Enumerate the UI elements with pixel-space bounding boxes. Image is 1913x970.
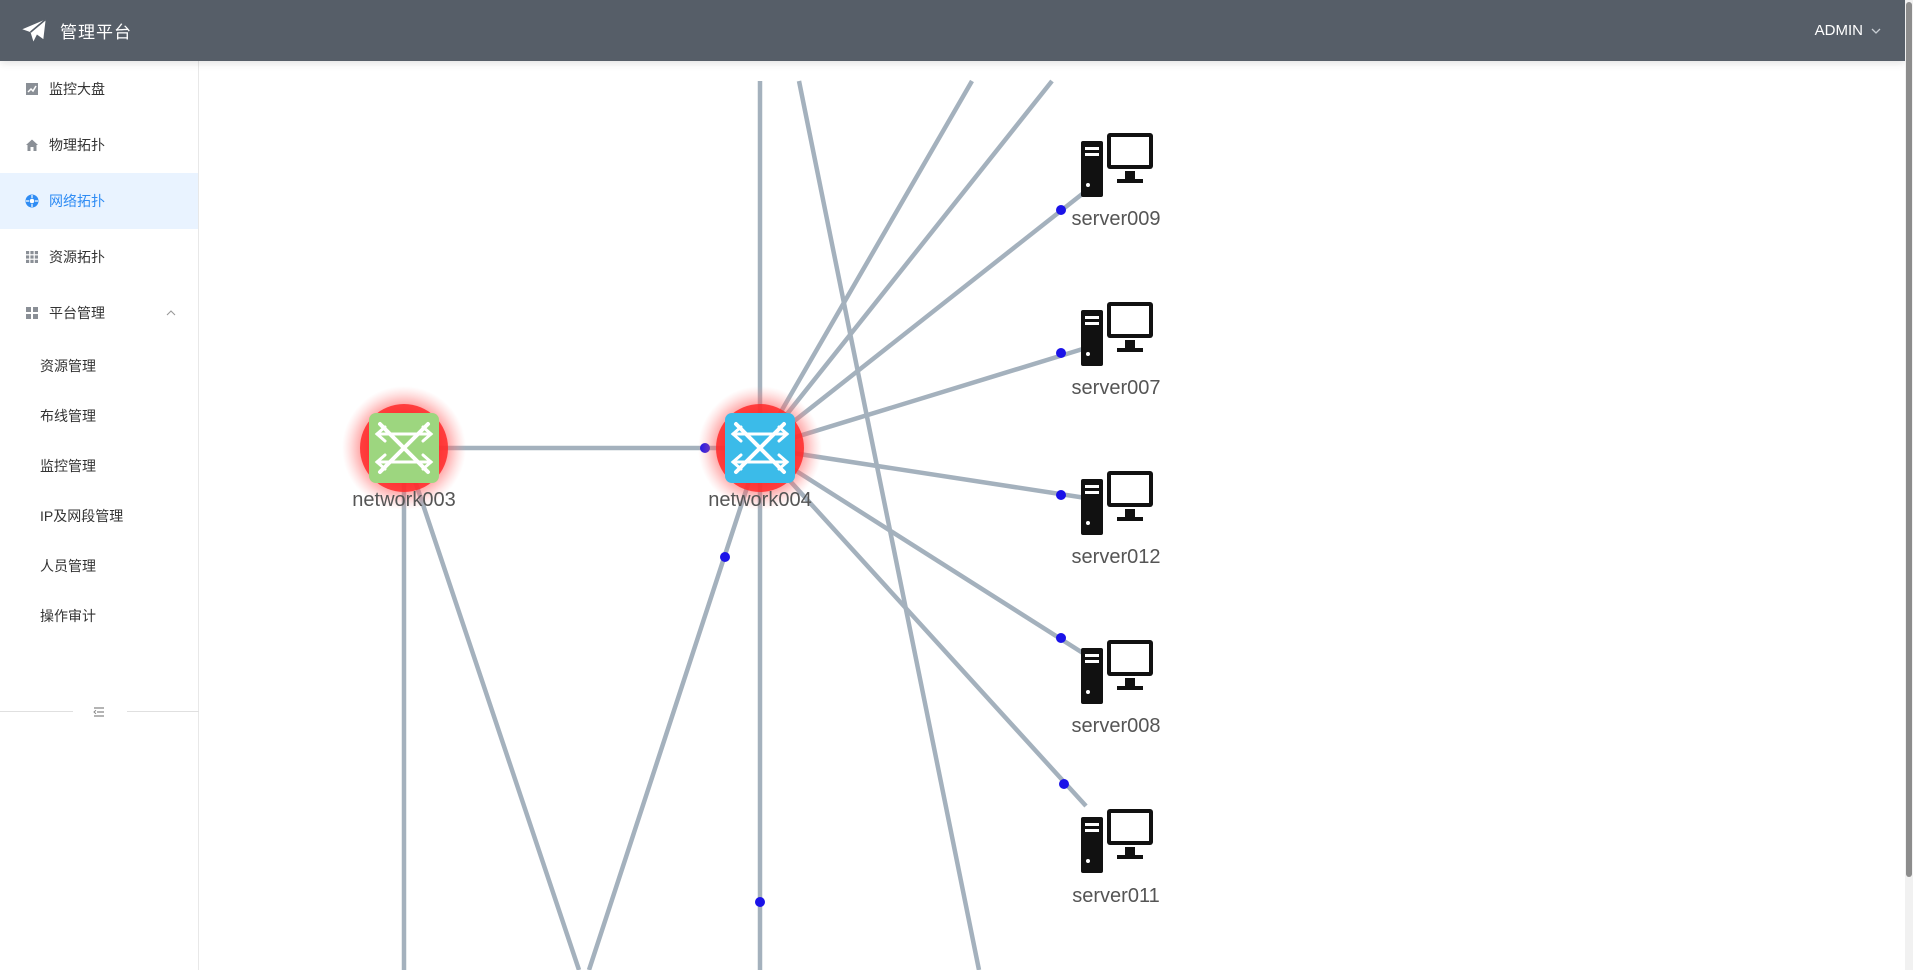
app-title: 管理平台 (60, 23, 132, 42)
server-node-server008[interactable] (1081, 640, 1153, 704)
submenu-item-ip-management[interactable]: IP及网段管理 (0, 491, 198, 541)
user-name[interactable]: ADMIN (1815, 22, 1863, 39)
line-chart-icon (24, 81, 40, 97)
sidebar-item-physical-topology[interactable]: 物理拓扑 (0, 117, 198, 173)
server-label-server007: server007 (1071, 377, 1161, 399)
server-icon (1081, 471, 1153, 535)
endpoint-dot (1059, 779, 1069, 789)
submenu-item-label: 监控管理 (40, 458, 96, 474)
endpoint-dot (1056, 205, 1066, 215)
link (758, 79, 1054, 450)
sidebar: 监控大盘 物理拓扑 网络拓扑 资源拓扑 平台管理 资源管理 布线管理 监控管理 … (0, 61, 199, 970)
sidebar-item-label: 网络拓扑 (49, 193, 105, 209)
scrollbar-thumb[interactable] (1906, 2, 1912, 877)
endpoint-dot (1056, 490, 1066, 500)
switch-label-network003: network003 (352, 489, 456, 511)
endpoint-dot (1056, 348, 1066, 358)
divider (127, 711, 199, 712)
submenu-item-label: 人员管理 (40, 558, 96, 574)
sidebar-item-label: 资源拓扑 (49, 249, 105, 265)
sidebar-item-monitor-dashboard[interactable]: 监控大盘 (0, 61, 198, 117)
submenu-item-operation-audit[interactable]: 操作审计 (0, 591, 198, 641)
server-label-server012: server012 (1071, 546, 1161, 568)
link (586, 447, 763, 970)
paper-plane-icon (22, 18, 47, 41)
link (758, 189, 1088, 450)
server-node-server009[interactable] (1081, 133, 1153, 197)
sidebar-item-network-topology[interactable]: 网络拓扑 (0, 173, 198, 229)
sidebar-item-label: 监控大盘 (49, 81, 105, 97)
endpoint-dot (720, 552, 730, 562)
sidebar-item-label: 平台管理 (49, 305, 105, 321)
endpoint-dot (755, 897, 765, 907)
collapse-sidebar-icon[interactable] (91, 704, 107, 720)
topology-canvas[interactable]: network003 network004 server009 server00… (199, 61, 1905, 970)
home-icon (24, 137, 40, 153)
topology-links (401, 79, 1088, 970)
sidebar-item-label: 物理拓扑 (49, 137, 105, 153)
divider (0, 711, 73, 712)
chevron-up-icon (166, 310, 176, 316)
submenu-item-label: 资源管理 (40, 358, 96, 374)
server-label-server011: server011 (1072, 885, 1160, 907)
grid-icon (24, 249, 40, 265)
submenu-item-personnel-management[interactable]: 人员管理 (0, 541, 198, 591)
server-icon (1081, 133, 1153, 197)
logo[interactable] (20, 17, 48, 45)
server-node-server007[interactable] (1081, 302, 1153, 366)
user-menu[interactable]: ADMIN (1815, 22, 1881, 39)
submenu-item-monitor-management[interactable]: 监控管理 (0, 441, 198, 491)
server-icon (1081, 809, 1153, 873)
switch-label-network004: network004 (708, 489, 812, 511)
topology-graph[interactable] (199, 61, 1905, 970)
submenu-item-label: 布线管理 (40, 408, 96, 424)
server-icon (1081, 640, 1153, 704)
page-scrollbar[interactable] (1905, 0, 1913, 970)
endpoint-dot (1056, 633, 1066, 643)
top-header: 管理平台 ADMIN (0, 0, 1905, 61)
chevron-down-icon (1871, 28, 1881, 34)
link-endpoints (700, 205, 1069, 907)
sidebar-collapse-bar (0, 699, 199, 725)
sidebar-item-resource-topology[interactable]: 资源拓扑 (0, 229, 198, 285)
server-label-server009: server009 (1071, 208, 1161, 230)
dashboard-icon (24, 305, 40, 321)
submenu-item-cabling-management[interactable]: 布线管理 (0, 391, 198, 441)
sidebar-item-platform-management[interactable]: 平台管理 (0, 285, 198, 341)
server-label-server008: server008 (1071, 715, 1161, 737)
link (401, 447, 582, 970)
server-node-server012[interactable] (1081, 471, 1153, 535)
server-icon (1081, 302, 1153, 366)
submenu-item-label: 操作审计 (40, 608, 96, 624)
submenu-item-resource-management[interactable]: 资源管理 (0, 341, 198, 391)
network-icon (24, 193, 40, 209)
link (796, 80, 982, 970)
server-node-server011[interactable] (1081, 809, 1153, 873)
submenu-item-label: IP及网段管理 (40, 508, 124, 524)
